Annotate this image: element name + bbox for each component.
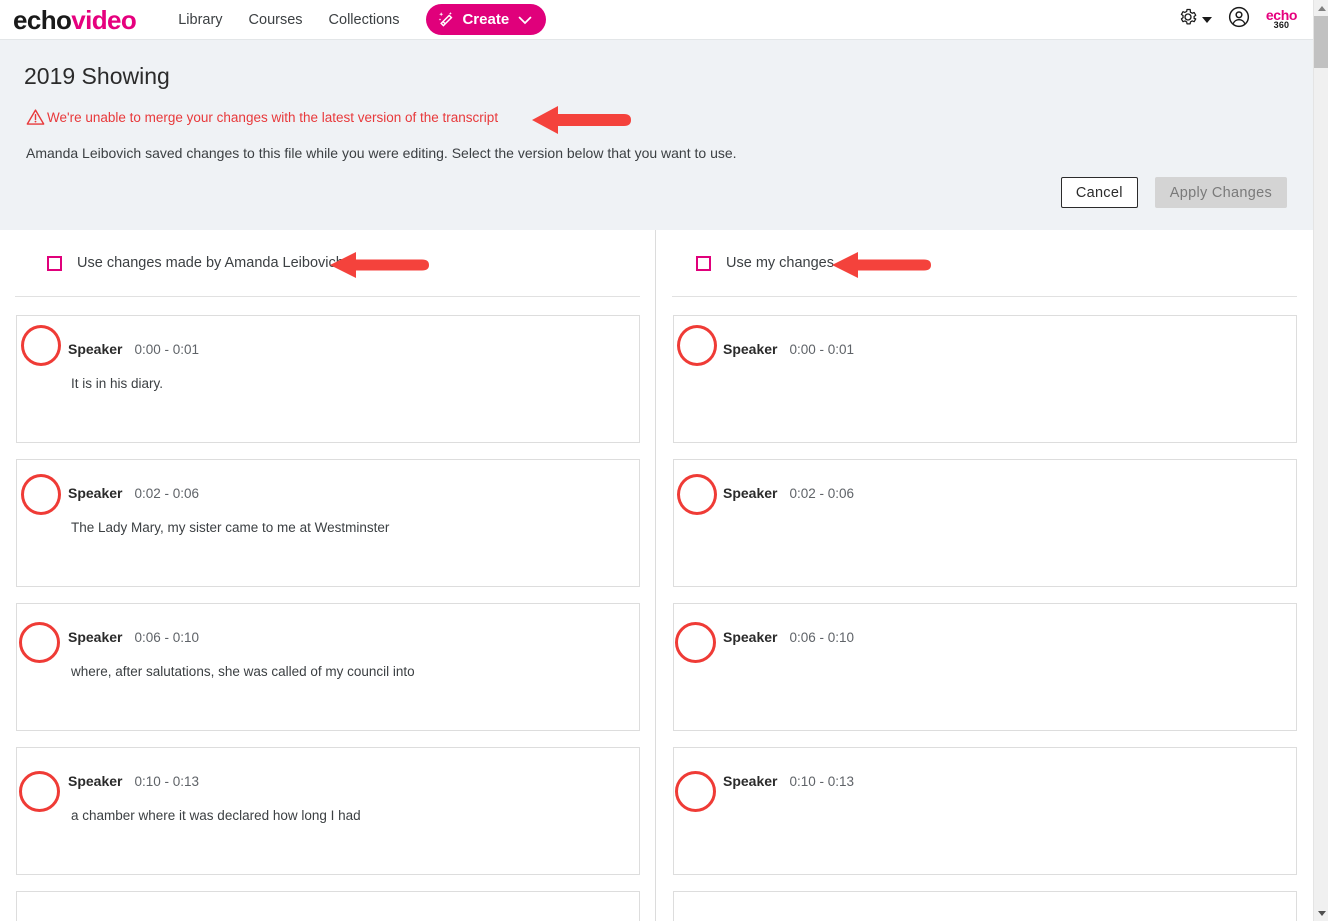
cue-timestamp: 0:10 - 0:13 [789,773,855,789]
magic-wand-icon [438,11,455,28]
transcript-cue-card[interactable]: Speaker 0:00 - 0:01 It is in his diary. [16,315,640,443]
cue-speaker-label: Speaker [68,485,123,501]
transcript-cue-card[interactable]: Speaker 0:02 - 0:06 The Lady Mary, my si… [16,459,640,587]
right-version-panel: Use my changes Speaker 0:00 - 0:01 Speak… [655,230,1313,921]
cue-header: Speaker 0:10 - 0:13 [17,748,639,789]
cancel-button[interactable]: Cancel [1060,177,1138,208]
page-title: 2019 Showing [24,63,170,89]
cue-text[interactable]: It is in his diary. [17,357,639,391]
scrollbar-up-arrow[interactable] [1314,0,1328,16]
transcript-cue-card[interactable]: Speaker 0:06 - 0:10 where, after salutat… [16,603,640,731]
logo-text-echo: echo [13,4,72,35]
cue-speaker-label: Speaker [68,773,123,789]
transcript-cue-card[interactable]: Speaker 0:06 - 0:10 [673,603,1297,731]
page-scrollbar[interactable] [1313,0,1328,921]
cue-header: Speaker 0:02 - 0:06 [674,460,1296,501]
transcript-cue-card[interactable]: Speaker 0:00 - 0:01 [673,315,1297,443]
cue-text[interactable]: The Lady Mary, my sister came to me at W… [17,501,639,535]
create-button[interactable]: Create [426,4,547,35]
cue-header: Speaker 0:00 - 0:01 [17,316,639,357]
user-avatar-icon [1228,6,1250,33]
echovideo-logo[interactable]: echovideo [13,4,137,35]
cue-speaker-label: Speaker [68,629,123,645]
error-message-row: We're unable to merge your changes with … [26,108,498,126]
left-panel-header: Use changes made by Amanda Leibovich [15,230,640,297]
cue-timestamp: 0:10 - 0:13 [134,773,200,789]
cue-text[interactable] [674,501,1296,520]
nav-item-library[interactable]: Library [178,12,222,28]
cue-speaker-label: Speaker [723,341,778,357]
cue-text[interactable] [17,917,639,921]
settings-menu-button[interactable] [1178,7,1212,32]
version-compare-panels: Use changes made by Amanda Leibovich Spe… [0,230,1313,921]
nav-item-courses[interactable]: Courses [249,12,303,28]
triangle-up-icon [1317,5,1326,11]
app-root: echovideo Library Courses Collections Cr… [0,0,1328,921]
echo360-logo[interactable]: echo 360 [1266,8,1297,30]
nav-right-controls: echo 360 [1178,6,1313,33]
transcript-cue-card[interactable] [16,891,640,921]
use-my-changes-checkbox[interactable] [696,255,711,271]
top-navigation-bar: echovideo Library Courses Collections Cr… [0,0,1313,40]
transcript-cue-card[interactable]: Speaker 0:10 - 0:13 a chamber where it w… [16,747,640,875]
triangle-down-icon [1317,910,1326,916]
banner-action-buttons: Cancel Apply Changes [1060,177,1287,208]
apply-changes-button: Apply Changes [1154,177,1287,208]
cue-timestamp: 0:00 - 0:01 [134,341,200,357]
cue-timestamp: 0:02 - 0:06 [789,485,855,501]
merge-conflict-banner: 2019 Showing We're unable to merge your … [0,40,1313,230]
cue-header: Speaker 0:06 - 0:10 [674,604,1296,645]
transcript-cue-card[interactable]: Speaker 0:02 - 0:06 [673,459,1297,587]
cue-timestamp: 0:06 - 0:10 [134,629,200,645]
create-button-label: Create [462,11,510,28]
use-my-changes-label: Use my changes [726,255,834,271]
left-version-panel: Use changes made by Amanda Leibovich Spe… [0,230,655,921]
transcript-cue-card[interactable] [673,891,1297,921]
use-amanda-changes-checkbox[interactable] [47,255,62,271]
scrollbar-down-arrow[interactable] [1314,905,1328,921]
cue-text[interactable] [674,645,1296,664]
cue-text[interactable] [674,789,1296,808]
cue-text[interactable] [674,917,1296,921]
cue-header: Speaker 0:00 - 0:01 [674,316,1296,357]
cue-header [17,892,639,917]
chevron-down-icon [1201,16,1212,23]
cue-speaker-label: Speaker [723,485,778,501]
right-transcript-cue-list: Speaker 0:00 - 0:01 Speaker 0:02 - 0:06 … [656,297,1313,921]
cue-header: Speaker 0:02 - 0:06 [17,460,639,501]
cue-text[interactable]: where, after salutations, she was called… [17,645,639,679]
error-message-text: We're unable to merge your changes with … [47,109,499,125]
cue-header: Speaker 0:06 - 0:10 [17,604,639,645]
use-amanda-changes-label: Use changes made by Amanda Leibovich [77,255,344,271]
logo-text-video: video [71,4,137,35]
chevron-down-icon [518,15,532,25]
cue-text[interactable] [674,357,1296,376]
banner-sub-message: Amanda Leibovich saved changes to this f… [26,145,737,161]
cue-header [674,892,1296,917]
transcript-cue-card[interactable]: Speaker 0:10 - 0:13 [673,747,1297,875]
cue-speaker-label: Speaker [723,773,778,789]
cue-timestamp: 0:00 - 0:01 [789,341,855,357]
scrollbar-thumb[interactable] [1314,16,1328,68]
echo360-logo-bottom: 360 [1273,19,1290,30]
cue-text[interactable]: a chamber where it was declared how long… [17,789,639,823]
cue-speaker-label: Speaker [68,341,123,357]
main-nav-links: Library Courses Collections [178,12,399,28]
user-account-button[interactable] [1228,6,1250,33]
cue-header: Speaker 0:10 - 0:13 [674,748,1296,789]
cue-timestamp: 0:06 - 0:10 [789,629,855,645]
gear-icon [1178,7,1198,32]
cue-speaker-label: Speaker [723,629,778,645]
warning-triangle-icon [26,108,45,126]
cue-timestamp: 0:02 - 0:06 [134,485,200,501]
left-transcript-cue-list: Speaker 0:00 - 0:01 It is in his diary. … [0,297,655,921]
right-panel-header: Use my changes [672,230,1297,297]
nav-item-collections[interactable]: Collections [329,12,400,28]
